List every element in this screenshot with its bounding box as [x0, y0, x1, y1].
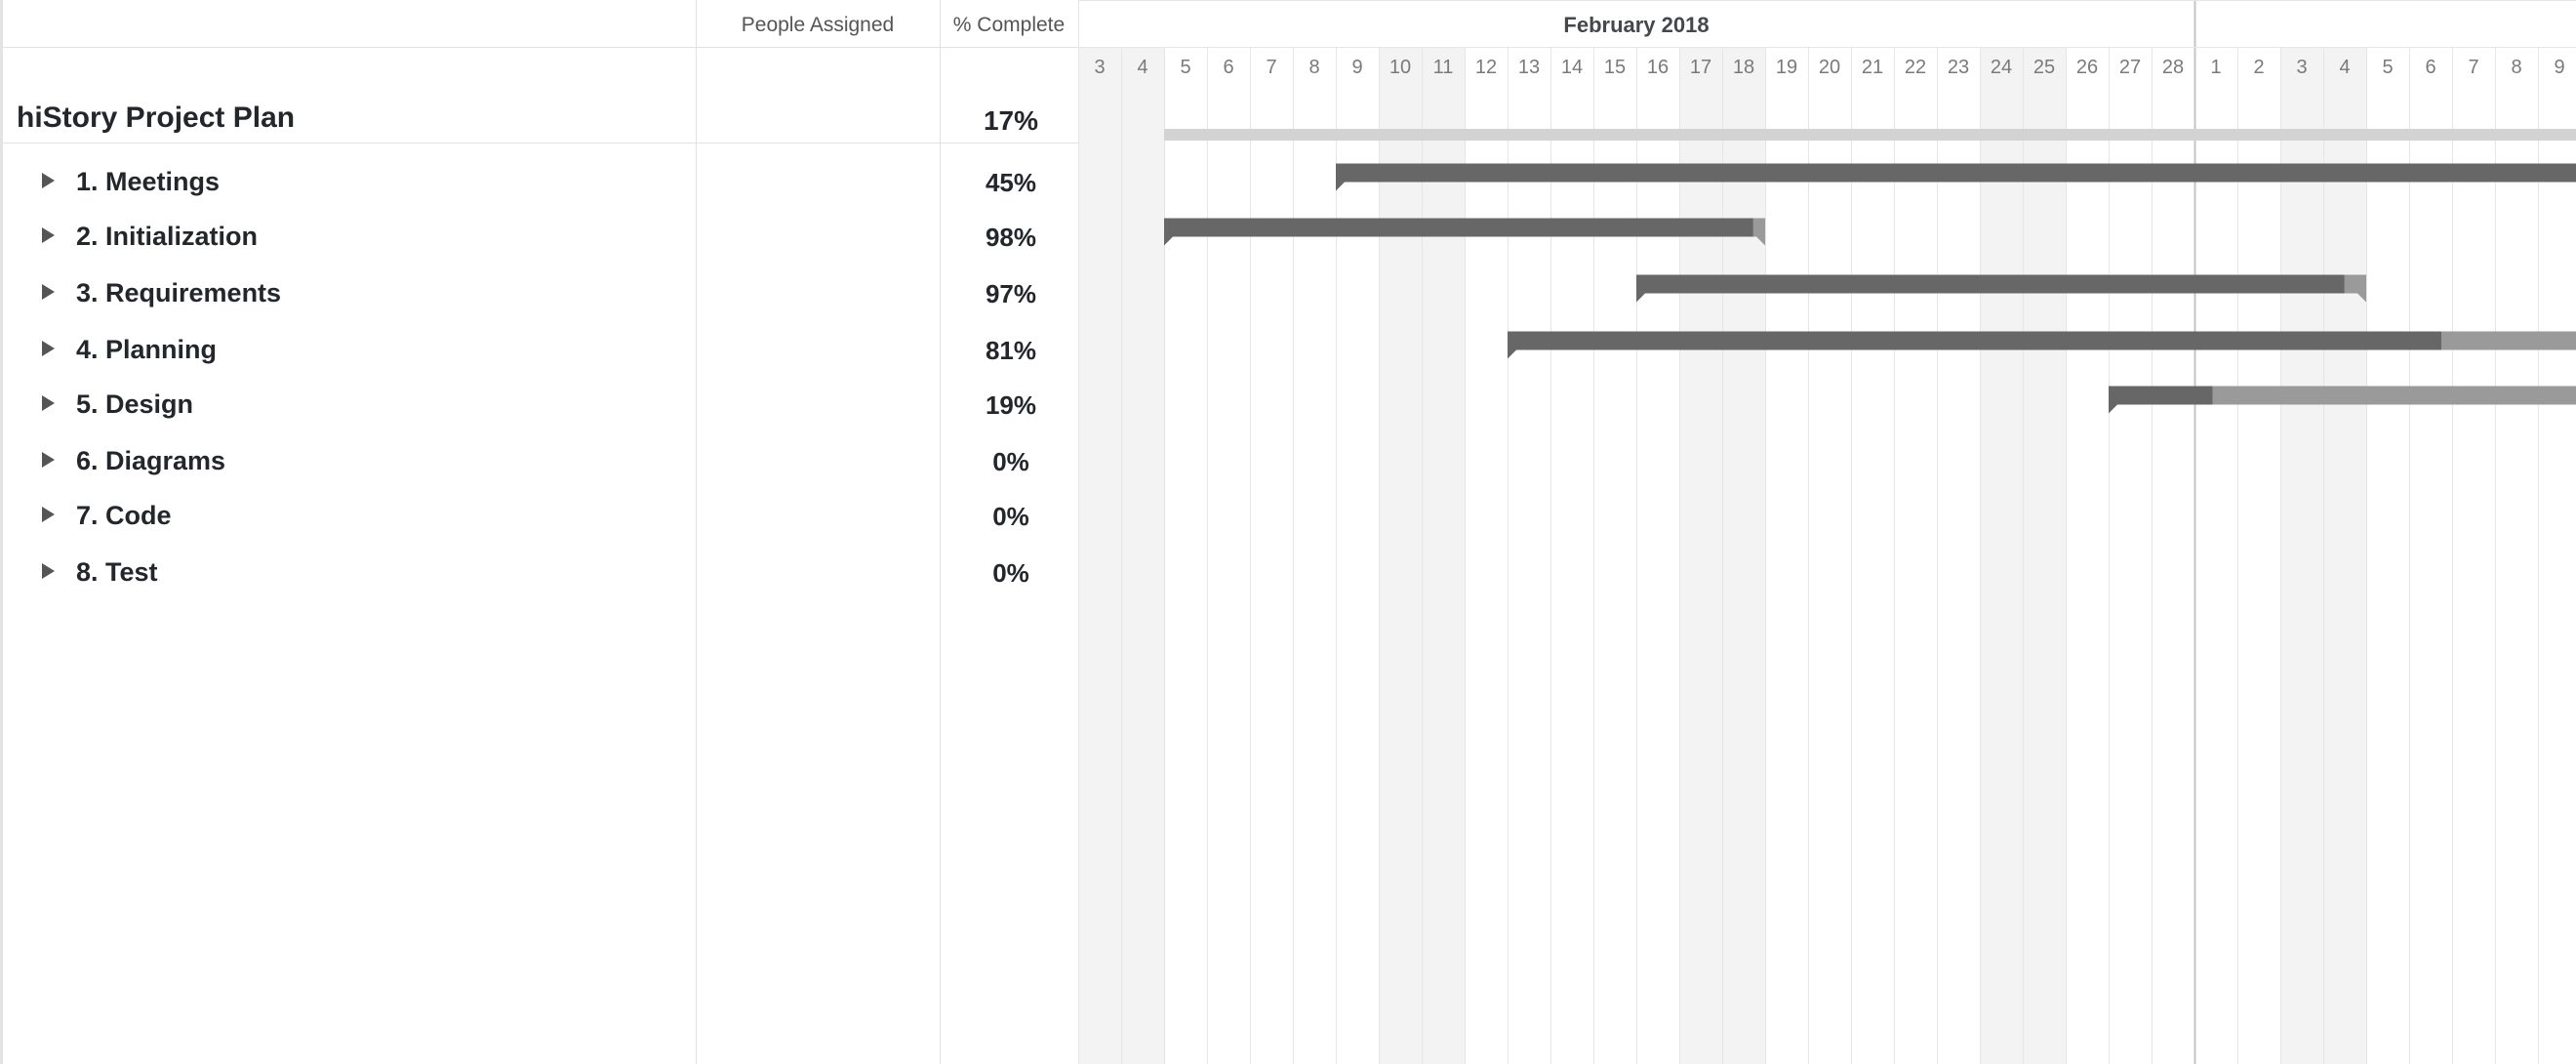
day-number: 12 [1475, 57, 1497, 78]
day-number: 24 [1991, 57, 2012, 78]
day-number: 3 [1094, 57, 1105, 78]
month-label: February 2018 [1563, 13, 1710, 37]
task-bar-progress [1636, 274, 2345, 294]
day-number: 23 [1948, 57, 1969, 78]
day-number: 25 [2033, 57, 2055, 78]
people-assigned-column-header[interactable]: People Assigned [696, 0, 940, 49]
day-number: 8 [2511, 57, 2521, 78]
day-number: 4 [1137, 57, 1147, 78]
task-row-design[interactable]: 5. Design 19% [3, 382, 1081, 430]
task-percent-complete: 81% [985, 336, 1037, 365]
task-table: People Assigned % Complete hiStory Proje… [0, 0, 1081, 1064]
day-number: 19 [1776, 57, 1797, 78]
task-row-requirements[interactable]: 3. Requirements 97% [3, 270, 1081, 319]
day-number: 20 [1819, 57, 1840, 78]
expand-triangle-icon[interactable] [42, 563, 55, 579]
day-number: 6 [2425, 57, 2435, 78]
task-percent-complete: 98% [985, 223, 1037, 252]
day-number: 13 [1518, 57, 1540, 78]
day-number: 3 [2296, 57, 2307, 78]
task-name[interactable]: 8. Test [76, 557, 158, 588]
weekend-column [1379, 47, 1422, 1064]
weekend-column [1980, 47, 2023, 1064]
day-number: 7 [1266, 57, 1276, 78]
weekend-column [1679, 47, 1722, 1064]
task-row-initialization[interactable]: 2. Initialization 98% [3, 214, 1081, 263]
task-bar-start-tab [1336, 182, 1345, 191]
weekend-column [1078, 47, 1121, 1064]
weekend-column [2323, 47, 2366, 1064]
day-number: 17 [1690, 57, 1711, 78]
plan-summary-bar [1164, 129, 2576, 141]
task-name[interactable]: 6. Diagrams [76, 446, 225, 476]
day-number: 16 [1647, 57, 1669, 78]
task-bar-progress [2109, 386, 2213, 405]
day-number: 2 [2253, 57, 2264, 78]
day-number: 21 [1862, 57, 1883, 78]
task-percent-complete: 0% [992, 447, 1029, 476]
day-number: 26 [2076, 57, 2098, 78]
weekend-column [1422, 47, 1465, 1064]
day-number: 14 [1561, 57, 1583, 78]
task-name[interactable]: 4. Planning [76, 335, 217, 365]
gantt-timeline[interactable]: 3 4 5 6 7 8 9 10 11 12 13 14 15 16 17 18 19 20 21 22 23 24 25 2… [1078, 0, 2576, 1064]
day-number: 5 [2382, 57, 2393, 78]
task-name[interactable]: 5. Design [76, 389, 193, 420]
task-percent-complete: 45% [985, 168, 1037, 197]
task-percent-complete: 97% [985, 279, 1037, 308]
task-row-diagrams[interactable]: 6. Diagrams 0% [3, 438, 1081, 487]
weekend-column [2280, 47, 2323, 1064]
task-bar-start-tab [1164, 236, 1173, 246]
day-number: 9 [1351, 57, 1362, 78]
day-number: 22 [1905, 57, 1926, 78]
day-number: 9 [2554, 57, 2564, 78]
expand-triangle-icon[interactable] [42, 284, 55, 300]
task-name[interactable]: 3. Requirements [76, 278, 281, 308]
day-number: 10 [1389, 57, 1411, 78]
day-number: 18 [1733, 57, 1754, 78]
day-number: 11 [1433, 57, 1454, 78]
task-percent-complete: 0% [992, 502, 1029, 531]
day-number: 1 [2210, 57, 2221, 78]
plan-title[interactable]: hiStory Project Plan [17, 102, 295, 135]
day-number: 28 [2162, 57, 2184, 78]
task-name[interactable]: 7. Code [76, 501, 172, 531]
gantt-chart: 3 4 5 6 7 8 9 10 11 12 13 14 15 16 17 18 19 20 21 22 23 24 25 2… [1078, 0, 2576, 1064]
day-number: 7 [2468, 57, 2478, 78]
day-number: 4 [2339, 57, 2350, 78]
expand-triangle-icon[interactable] [42, 341, 55, 356]
task-bar-start-tab [1508, 349, 1516, 359]
task-row-test[interactable]: 8. Test 0% [3, 550, 1081, 598]
expand-triangle-icon[interactable] [42, 227, 55, 243]
task-bar-progress [1508, 331, 2441, 350]
day-number: 6 [1223, 57, 1233, 78]
task-bar-progress [1164, 218, 1753, 237]
expand-triangle-icon[interactable] [42, 173, 55, 188]
task-bar-progress [1336, 163, 2576, 183]
day-number: 8 [1308, 57, 1319, 78]
task-percent-complete: 19% [985, 390, 1037, 420]
day-number: 15 [1604, 57, 1626, 78]
task-bar-start-tab [1636, 293, 1645, 303]
task-row-meetings[interactable]: 1. Meetings 45% [3, 159, 1081, 208]
day-number: 27 [2119, 57, 2141, 78]
weekend-column [1121, 47, 1164, 1064]
weekend-column [1722, 47, 1765, 1064]
percent-complete-column-header[interactable]: % Complete [940, 0, 1078, 49]
task-name[interactable]: 1. Meetings [76, 167, 220, 197]
task-row-code[interactable]: 7. Code 0% [3, 493, 1081, 542]
weekend-column [2023, 47, 2066, 1064]
expand-triangle-icon[interactable] [42, 395, 55, 411]
task-bar-start-tab [2109, 404, 2117, 414]
task-row-planning[interactable]: 4. Planning 81% [3, 327, 1081, 376]
plan-percent-complete: 17% [983, 105, 1039, 136]
expand-triangle-icon[interactable] [42, 452, 55, 468]
task-percent-complete: 0% [992, 558, 1029, 588]
project-plan-gantt-view: People Assigned % Complete hiStory Proje… [0, 0, 2576, 1064]
task-name[interactable]: 2. Initialization [76, 222, 258, 252]
day-number: 5 [1180, 57, 1190, 78]
expand-triangle-icon[interactable] [42, 507, 55, 522]
